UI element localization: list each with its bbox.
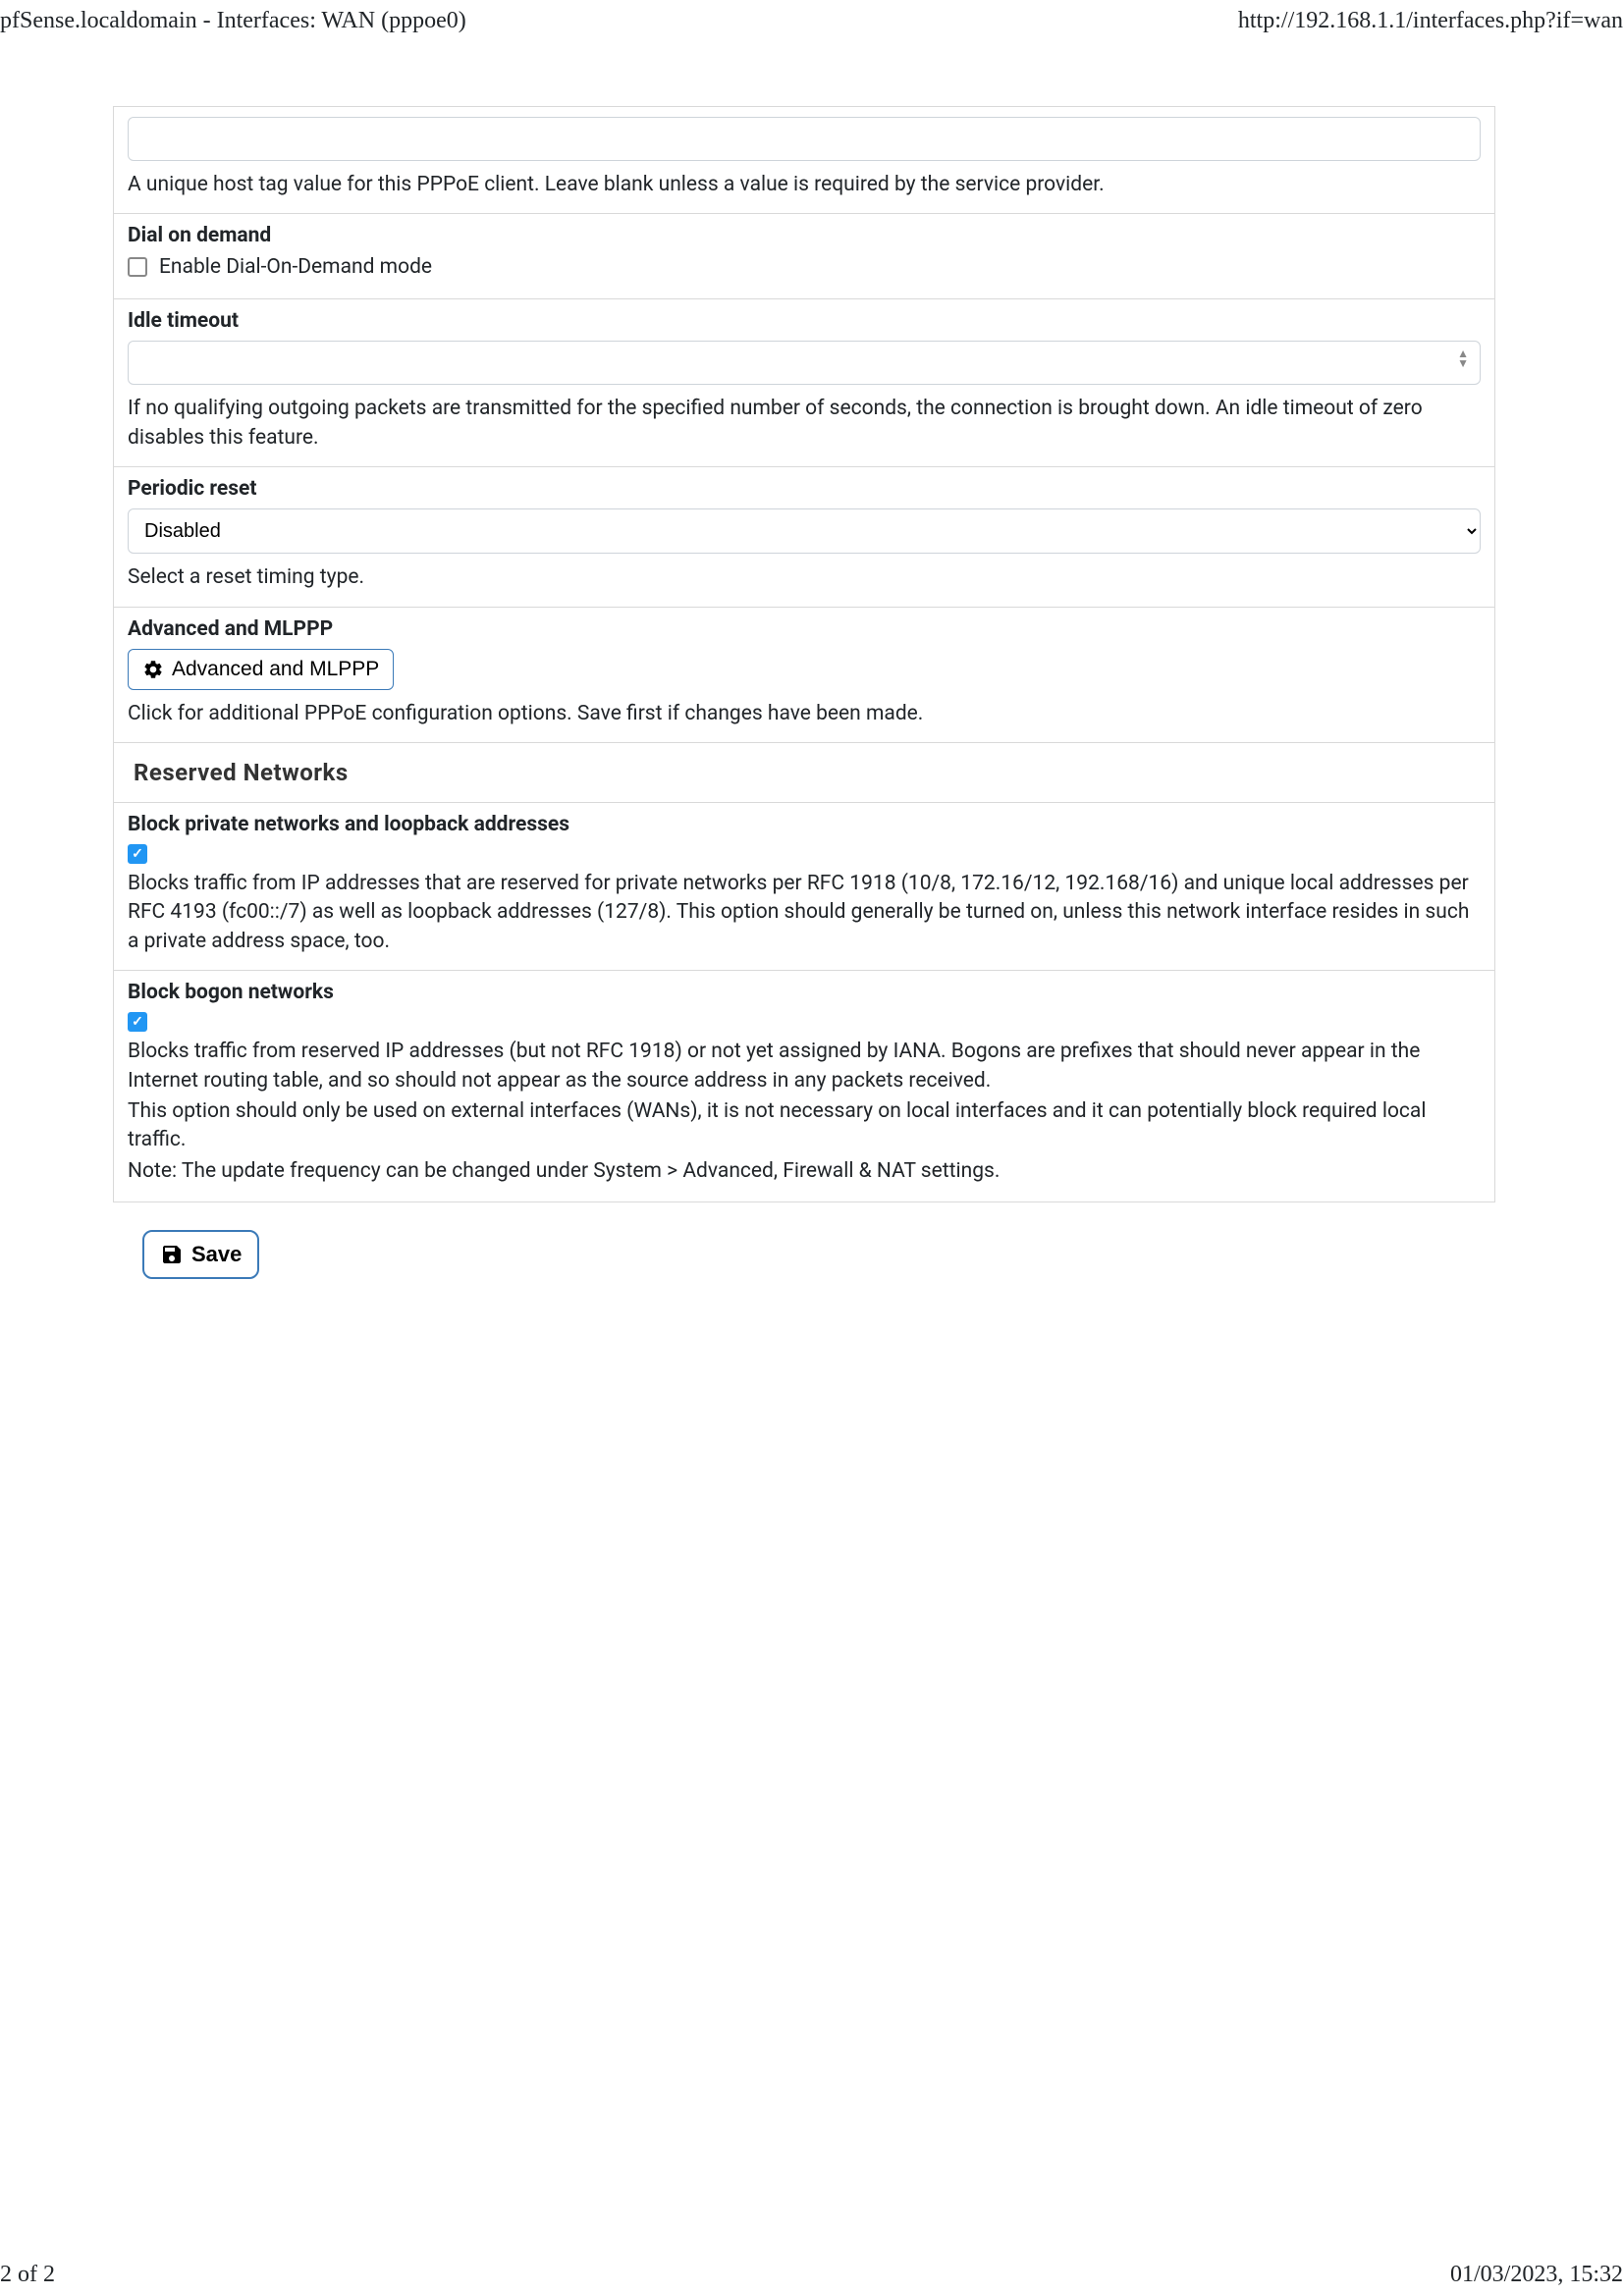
save-button[interactable]: Save — [142, 1230, 259, 1279]
number-spinner-icon[interactable]: ▲▼ — [1457, 348, 1469, 368]
idle-timeout-section: Idle timeout ▲▼ If no qualifying outgoin… — [114, 299, 1494, 467]
block-private-checkbox[interactable] — [128, 844, 147, 864]
advanced-mlppp-label: Advanced and MLPPP — [128, 617, 1481, 641]
advanced-mlppp-button-label: Advanced and MLPPP — [172, 658, 379, 681]
page-title: pfSense.localdomain - Interfaces: WAN (p… — [0, 8, 466, 34]
block-bogon-section: Block bogon networks Blocks traffic from… — [114, 971, 1494, 1201]
periodic-reset-section: Periodic reset Disabled Select a reset t… — [114, 467, 1494, 607]
save-button-label: Save — [191, 1242, 242, 1267]
block-private-help: Blocks traffic from IP addresses that ar… — [128, 870, 1481, 956]
page-number: 2 of 2 — [0, 2262, 55, 2288]
block-private-section: Block private networks and loopback addr… — [114, 803, 1494, 971]
save-icon — [160, 1243, 184, 1266]
block-bogon-help: Blocks traffic from reserved IP addresse… — [128, 1038, 1481, 1186]
reserved-networks-heading: Reserved Networks — [114, 743, 1494, 803]
idle-timeout-help: If no qualifying outgoing packets are tr… — [128, 395, 1481, 453]
config-panel: A unique host tag value for this PPPoE c… — [113, 106, 1495, 1202]
advanced-mlppp-help: Click for additional PPPoE configuration… — [128, 700, 1481, 728]
dial-on-demand-checkbox-label: Enable Dial-On-Demand mode — [159, 255, 432, 279]
advanced-mlppp-section: Advanced and MLPPP Advanced and MLPPP Cl… — [114, 608, 1494, 743]
periodic-reset-label: Periodic reset — [128, 477, 1481, 501]
block-bogon-label: Block bogon networks — [128, 981, 1481, 1004]
hosttag-section: A unique host tag value for this PPPoE c… — [114, 107, 1494, 214]
dial-on-demand-label: Dial on demand — [128, 224, 1481, 247]
gear-icon — [142, 659, 164, 680]
page-datetime: 01/03/2023, 15:32 — [1450, 2262, 1623, 2288]
page-url: http://192.168.1.1/interfaces.php?if=wan — [1238, 8, 1623, 34]
periodic-reset-help: Select a reset timing type. — [128, 563, 1481, 592]
dial-on-demand-checkbox[interactable] — [128, 257, 147, 277]
dial-on-demand-section: Dial on demand Enable Dial-On-Demand mod… — [114, 214, 1494, 299]
idle-timeout-label: Idle timeout — [128, 309, 1481, 333]
advanced-mlppp-button[interactable]: Advanced and MLPPP — [128, 649, 394, 690]
hosttag-input[interactable] — [128, 117, 1481, 161]
hosttag-help: A unique host tag value for this PPPoE c… — [128, 171, 1481, 199]
block-private-label: Block private networks and loopback addr… — [128, 813, 1481, 836]
idle-timeout-input[interactable] — [128, 341, 1481, 385]
periodic-reset-select[interactable]: Disabled — [128, 508, 1481, 554]
block-bogon-checkbox[interactable] — [128, 1012, 147, 1032]
